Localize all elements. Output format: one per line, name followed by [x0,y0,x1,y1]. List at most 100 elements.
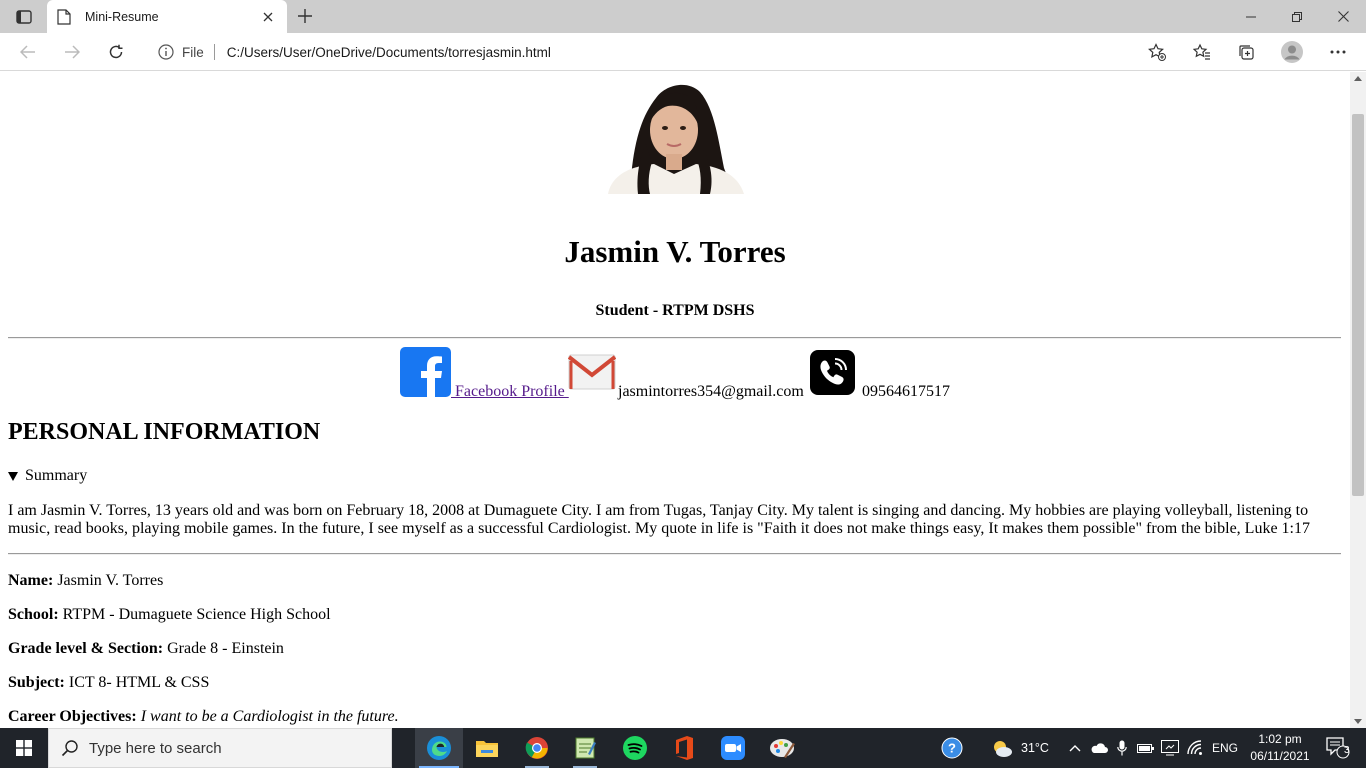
close-icon [1337,11,1349,22]
contact-row: Facebook Profile jasmintorres354@gmail.c… [0,346,1350,406]
facebook-icon[interactable] [400,347,451,397]
forward-button[interactable] [57,37,87,67]
forward-arrow-icon [65,45,80,59]
page-scrollbar[interactable] [1350,72,1366,728]
field-career: Career Objectives: I want to be a Cardio… [8,708,399,726]
gmail-icon [568,354,616,390]
subject-value: ICT 8- HTML & CSS [64,674,210,691]
clock-time: 1:02 pm [1258,732,1302,746]
email-text: jasmintorres354@gmail.com [618,383,804,400]
facebook-profile-link[interactable]: Facebook Profile [451,383,569,401]
windows-taskbar: Type here to search ? 31°C ENG 1:02 pm 0… [0,728,1366,768]
refresh-icon [109,44,123,59]
name-heading: Jasmin V. Torres [564,234,786,269]
folder-icon [476,741,498,757]
name-value: Jasmin V. Torres [53,572,164,589]
zoom-icon [721,736,745,760]
collections-button[interactable] [1231,37,1261,67]
help-app-icon[interactable]: ? [941,737,963,759]
field-school: School: RTPM - Dumaguete Science High Sc… [8,606,331,624]
summary-label: Summary [25,467,88,484]
wifi-icon[interactable] [1185,738,1205,758]
field-name: Name: Jasmin V. Torres [8,572,163,590]
taskbar-edge[interactable] [415,728,463,768]
svg-text:?: ? [948,741,956,756]
tab-mini-resume[interactable]: Mini-Resume [47,0,287,33]
taskbar-spotify[interactable] [611,728,659,768]
school-label: School: [8,606,59,623]
scroll-up-arrow-icon[interactable] [1354,76,1362,81]
system-clock[interactable]: 1:02 pm 06/11/2021 [1245,731,1315,765]
address-bar[interactable]: File C:/Users/User/OneDrive/Documents/to… [144,37,1174,67]
browser-tab-strip: Mini-Resume [0,0,1366,33]
phone-icon [810,350,855,395]
add-favorite-icon[interactable] [1148,43,1166,61]
back-arrow-icon [20,45,35,59]
phone-number-text: 09564617517 [862,383,950,400]
address-divider [213,44,215,60]
taskbar-search-box[interactable]: Type here to search [48,728,392,768]
battery-icon[interactable] [1136,738,1156,758]
edge-icon [427,736,451,760]
url-text[interactable]: C:/Users/User/OneDrive/Documents/torresj… [227,45,551,60]
taskbar-file-explorer[interactable] [463,728,511,768]
minimize-button[interactable] [1228,0,1274,33]
favorites-icon [1193,43,1210,60]
more-dots-icon [1330,50,1346,54]
clock-date: 06/11/2021 [1250,749,1310,763]
weather-partly-sunny-icon[interactable] [990,738,1014,758]
divider-top [8,337,1341,339]
page-viewport: Jasmin V. Torres Student - RTPM DSHS Fac… [0,72,1350,728]
favorites-button[interactable] [1187,37,1217,67]
search-icon [61,740,78,757]
scroll-down-arrow-icon[interactable] [1354,719,1362,724]
grade-label: Grade level & Section: [8,640,164,657]
tab-title: Mini-Resume [85,9,159,24]
career-value: I want to be a Cardiologist in the futur… [140,708,399,725]
field-grade-section: Grade level & Section: Grade 8 - Einstei… [8,640,284,658]
collections-icon [1239,45,1254,60]
taskbar-zoom[interactable] [709,728,757,768]
new-tab-button[interactable] [292,5,318,27]
taskbar-paint[interactable] [758,728,806,768]
plus-icon [298,9,312,23]
microphone-icon[interactable] [1112,738,1132,758]
notification-count-badge: 3 [1344,745,1350,756]
scrollbar-thumb[interactable] [1352,114,1364,496]
input-language[interactable]: ENG [1212,741,1238,755]
close-window-button[interactable] [1320,0,1366,33]
display-icon[interactable] [1160,738,1180,758]
weather-temperature[interactable]: 31°C [1021,741,1049,755]
office-icon [676,736,693,760]
profile-button[interactable] [1277,37,1307,67]
file-scheme-label: File [182,44,204,60]
spotify-icon [623,736,647,760]
taskbar-chrome[interactable] [513,728,561,768]
onedrive-cloud-icon[interactable] [1089,738,1109,758]
tab-actions-icon [16,10,32,24]
close-tab-icon[interactable] [259,8,277,26]
taskbar-office[interactable] [660,728,708,768]
back-button[interactable] [13,37,43,67]
summary-toggle[interactable]: Summary [8,467,87,485]
windows-logo-icon [16,740,32,756]
notification-center-button[interactable]: 3 [1318,728,1358,768]
info-icon[interactable] [158,44,174,60]
start-button[interactable] [0,728,48,768]
personal-info-heading: PERSONAL INFORMATION [8,419,321,445]
restore-button[interactable] [1274,0,1320,33]
show-hidden-icons-chevron-icon[interactable] [1065,738,1085,758]
subject-label: Subject: [8,674,65,691]
taskbar-notepad[interactable] [561,728,609,768]
avatar-icon [1281,41,1303,63]
paint-icon [770,739,795,758]
tab-actions-button[interactable] [9,6,39,28]
refresh-button[interactable] [101,37,131,67]
field-subject: Subject: ICT 8- HTML & CSS [8,674,209,692]
grade-value: Grade 8 - Einstein [163,640,284,657]
settings-menu-button[interactable] [1323,37,1353,67]
career-label: Career Objectives: [8,708,137,725]
browser-toolbar: File C:/Users/User/OneDrive/Documents/to… [0,33,1366,71]
role-subtitle: Student - RTPM DSHS [595,302,755,319]
disclosure-triangle-icon [8,472,18,481]
